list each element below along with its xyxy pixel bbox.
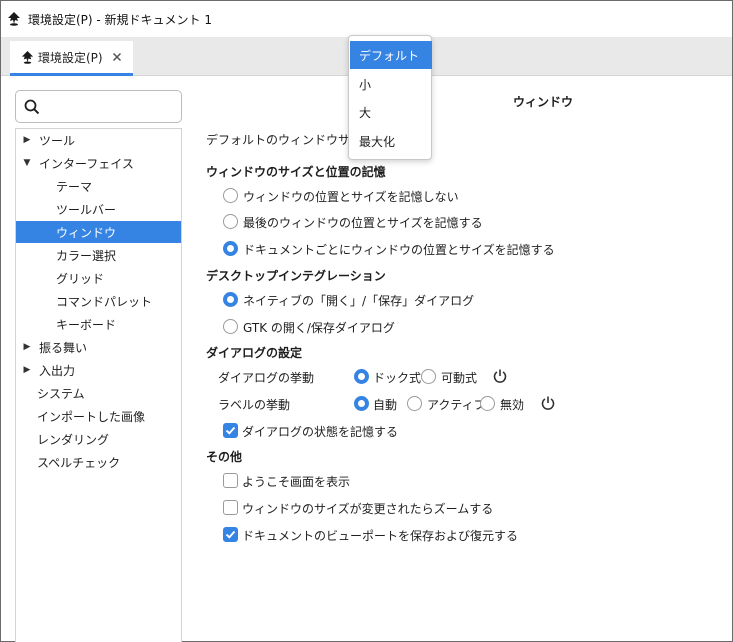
radio-auto[interactable] [354, 396, 369, 411]
tab-preferences[interactable]: 環境設定(P) [10, 41, 133, 76]
sidebar-item-label: システム [37, 386, 85, 401]
sidebar-item-system[interactable]: システム [16, 382, 181, 404]
sidebar-item-label: ウィンドウ [56, 225, 117, 240]
dialog-behavior-label: ダイアログの挙動 [218, 371, 315, 385]
checkmark-icon [225, 530, 236, 539]
checkbox-save-viewport[interactable] [223, 527, 238, 542]
radio-label: GTK の開く/保存ダイアログ [243, 321, 395, 335]
tab-label: 環境設定(P) [38, 50, 103, 65]
sidebar-item-behavior[interactable]: ▶ 振る舞い [16, 336, 181, 358]
checkbox-remember-dialog-state[interactable] [223, 423, 238, 438]
expand-arrow-icon[interactable]: ▶ [20, 135, 34, 145]
checkmark-icon [225, 426, 236, 435]
window-title: 環境設定(P) - 新規ドキュメント 1 [28, 12, 213, 27]
checkbox-show-welcome[interactable] [223, 473, 238, 488]
expand-arrow-icon[interactable]: ▶ [20, 365, 34, 375]
category-tree: ▶ ツール ▼ インターフェイス テーマ ツールバー ウィンドウ カラー選択 グ… [15, 128, 182, 642]
checkbox-label: ドキュメントのビューポートを保存および復元する [242, 529, 519, 543]
sidebar-item-label: グリッド [56, 271, 105, 286]
page-title: ウィンドウ [512, 95, 573, 109]
radio-docked[interactable] [354, 369, 369, 384]
sidebar-item-label: コマンドパレット [56, 294, 153, 309]
close-icon[interactable] [111, 51, 123, 63]
power-icon[interactable] [540, 395, 556, 411]
sidebar-item-grids[interactable]: グリッド [16, 267, 181, 289]
sidebar-item-label: インポートした画像 [37, 409, 146, 424]
sidebar-item-input-output[interactable]: ▶ 入出力 [16, 359, 181, 381]
sidebar-item-spellcheck[interactable]: スペルチェック [16, 451, 181, 473]
sidebar-item-label: テーマ [56, 179, 93, 194]
radio-active[interactable] [407, 396, 422, 411]
section-heading-dialog-settings: ダイアログの設定 [206, 346, 303, 360]
sidebar-item-theme[interactable]: テーマ [16, 175, 181, 197]
checkbox-zoom-on-resize[interactable] [223, 500, 238, 515]
radio-remember-per-document[interactable] [223, 241, 238, 256]
radio-label: アクティブ [427, 398, 486, 412]
expand-arrow-icon[interactable]: ▶ [20, 342, 34, 352]
dropdown-option-small[interactable]: 小 [350, 70, 432, 98]
section-heading-other: その他 [206, 450, 243, 464]
search-input[interactable] [46, 95, 176, 119]
dropdown-option-large[interactable]: 大 [350, 98, 432, 126]
sidebar-item-label: スペルチェック [37, 455, 121, 470]
preferences-window: 環境設定(P) - 新規ドキュメント 1 環境設定(P) ▶ ツール ▼ インタ… [0, 0, 733, 642]
radio-label: ネイティブの「開く」/「保存」ダイアログ [243, 294, 475, 308]
title-bar: 環境設定(P) - 新規ドキュメント 1 [1, 1, 732, 37]
sidebar-item-keyboard[interactable]: キーボード [16, 313, 181, 335]
radio-label: ウィンドウの位置とサイズを記憶しない [243, 190, 459, 204]
power-icon[interactable] [492, 368, 508, 384]
inkscape-logo-icon [8, 12, 20, 26]
sidebar-item-label: 振る舞い [39, 340, 88, 355]
sidebar-item-label: 入出力 [39, 363, 76, 378]
radio-dont-save-geometry[interactable] [223, 188, 238, 203]
section-heading-size-position: ウィンドウのサイズと位置の記憶 [206, 165, 386, 179]
collapse-arrow-icon[interactable]: ▼ [20, 158, 34, 168]
radio-label: ドキュメントごとにウィンドウの位置とサイズを記憶する [243, 243, 555, 257]
radio-label: 無効 [500, 398, 525, 412]
sidebar-item-label: カラー選択 [56, 248, 117, 263]
section-heading-desktop-integration: デスクトップインテグレーション [206, 269, 386, 283]
search-field[interactable] [15, 90, 182, 123]
radio-floating[interactable] [421, 369, 436, 384]
radio-label: 自動 [373, 398, 398, 412]
sidebar-item-rendering[interactable]: レンダリング [16, 428, 181, 450]
sidebar-item-color-selector[interactable]: カラー選択 [16, 244, 181, 266]
inkscape-logo-icon [21, 50, 34, 64]
radio-label: 可動式 [441, 371, 478, 385]
dropdown-option-default[interactable]: デフォルト [350, 41, 432, 69]
sidebar-item-label: レンダリング [37, 432, 110, 447]
sidebar-item-label: ツールバー [56, 202, 117, 217]
radio-remember-last-geometry[interactable] [223, 214, 238, 229]
checkbox-label: ようこそ画面を表示 [242, 475, 351, 489]
radio-off[interactable] [480, 396, 495, 411]
dropdown-option-maximized[interactable]: 最大化 [350, 127, 432, 155]
checkbox-label: ダイアログの状態を記憶する [242, 425, 399, 439]
checkbox-label: ウィンドウのサイズが変更されたらズームする [242, 502, 494, 516]
sidebar-item-label: キーボード [56, 317, 117, 332]
sidebar-item-label: ツール [39, 133, 76, 148]
label-behavior-label: ラベルの挙動 [218, 398, 291, 412]
sidebar-item-interface[interactable]: ▼ インターフェイス [16, 152, 181, 174]
radio-gtk-dialogs[interactable] [223, 319, 238, 334]
radio-native-dialogs[interactable] [223, 292, 238, 307]
sidebar-item-imported-images[interactable]: インポートした画像 [16, 405, 181, 427]
sidebar-item-label: インターフェイス [39, 156, 134, 171]
radio-label: ドック式 [373, 371, 422, 385]
window-size-dropdown-menu: デフォルト 小 大 最大化 [348, 35, 432, 160]
sidebar-item-toolbar[interactable]: ツールバー [16, 198, 181, 220]
radio-label: 最後のウィンドウの位置とサイズを記憶する [243, 216, 483, 230]
sidebar-item-tools[interactable]: ▶ ツール [16, 129, 181, 151]
sidebar-item-command-palette[interactable]: コマンドパレット [16, 290, 181, 312]
sidebar-item-window[interactable]: ウィンドウ [16, 221, 181, 243]
search-icon [24, 99, 40, 115]
